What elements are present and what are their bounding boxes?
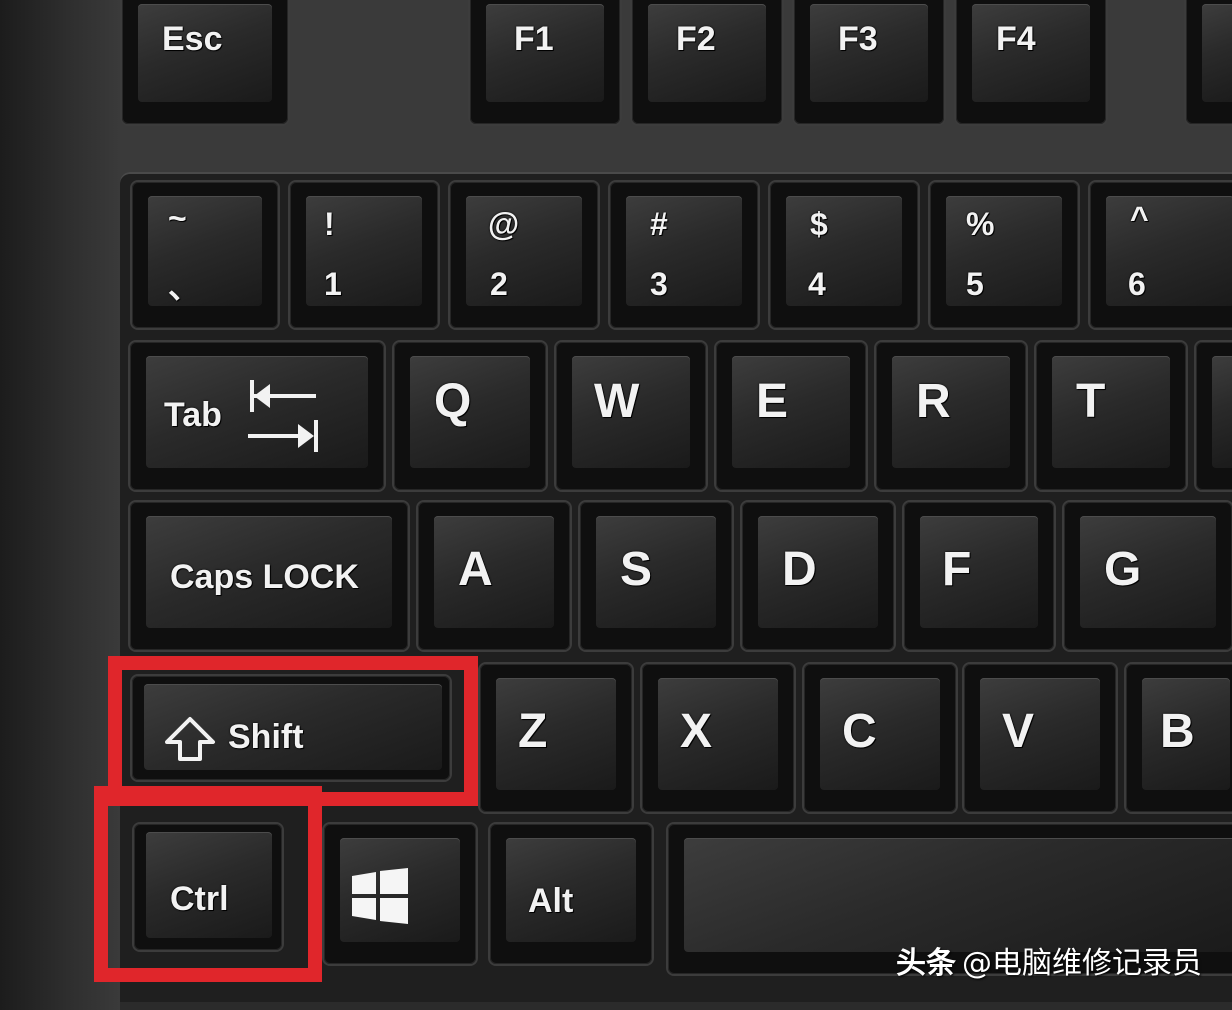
key-alt-label: Alt [528,882,574,920]
key-x-label: X [680,705,713,758]
key-q-label: Q [434,375,472,428]
key-c-label: C [842,705,877,758]
key-4-top: $ [810,206,828,242]
key-3[interactable]: # 3 [610,182,758,328]
key-b[interactable]: B [1126,664,1232,812]
key-4-label: 4 [808,266,826,302]
key-tilde[interactable]: ~ 、 [132,182,278,328]
key-q[interactable]: Q [394,342,546,490]
key-f1[interactable]: F1 [470,0,620,124]
key-6[interactable]: ^ 6 [1090,182,1232,328]
key-tab-label: Tab [164,396,222,434]
key-t-label: T [1076,375,1106,428]
key-5[interactable]: % 5 [930,182,1078,328]
keyboard-photo: Esc F1 F2 F3 F4 ~ 、 ! 1 @ 2 # 3 $ 4 % 5 … [0,0,1232,1010]
key-2-label: 2 [490,266,508,302]
key-3-label: 3 [650,266,668,302]
key-f5-partial[interactable] [1186,0,1232,124]
key-d-label: D [782,543,817,596]
key-t[interactable]: T [1036,342,1186,490]
watermark-brand: 头条 [896,946,956,981]
key-f2-label: F2 [676,20,716,58]
key-tilde-top: ~ [168,200,187,236]
key-b-label: B [1160,705,1195,758]
key-y-partial[interactable] [1196,342,1232,490]
key-v-label: V [1002,705,1035,758]
key-a-label: A [458,543,493,596]
key-4[interactable]: $ 4 [770,182,918,328]
key-esc[interactable]: Esc [122,0,288,124]
key-caps-lock-label: Caps LOCK [170,558,359,596]
shift-highlight-frame [108,656,478,806]
key-alt[interactable]: Alt [490,824,652,964]
key-f2[interactable]: F2 [632,0,782,124]
key-5-top: % [966,206,995,242]
key-tilde-bottom: 、 [168,269,201,305]
key-s-label: S [620,543,653,596]
key-v[interactable]: V [964,664,1116,812]
key-6-top: ^ [1130,200,1149,236]
ctrl-highlight-frame [94,786,322,982]
key-esc-label: Esc [162,20,223,58]
key-f3-label: F3 [838,20,878,58]
key-windows[interactable] [324,824,476,964]
key-a[interactable]: A [418,502,570,650]
key-z-label: Z [518,705,548,758]
key-tab[interactable]: Tab [130,342,384,490]
key-x[interactable]: X [642,664,794,812]
key-w[interactable]: W [556,342,706,490]
key-2-top: @ [488,206,520,242]
key-f4-label: F4 [996,20,1036,58]
key-f-label: F [942,543,972,596]
key-d[interactable]: D [742,502,894,650]
key-g[interactable]: G [1064,502,1232,650]
key-e-label: E [756,375,789,428]
key-r[interactable]: R [876,342,1026,490]
watermark: 头条 @电脑维修记录员 [896,938,1202,982]
key-e[interactable]: E [716,342,866,490]
key-f3[interactable]: F3 [794,0,944,124]
key-1[interactable]: ! 1 [290,182,438,328]
key-1-top: ! [324,206,335,242]
key-s[interactable]: S [580,502,732,650]
key-f4[interactable]: F4 [956,0,1106,124]
key-r-label: R [916,375,951,428]
watermark-handle: @电脑维修记录员 [962,946,1202,981]
key-c[interactable]: C [804,664,956,812]
windows-logo-icon [352,868,408,924]
key-2[interactable]: @ 2 [450,182,598,328]
key-6-label: 6 [1128,266,1146,302]
key-5-label: 5 [966,266,984,302]
key-f[interactable]: F [904,502,1054,650]
tab-arrows-icon [248,380,318,452]
key-3-top: # [650,206,668,242]
key-caps-lock[interactable]: Caps LOCK [130,502,408,650]
key-z[interactable]: Z [480,664,632,812]
key-w-label: W [594,375,640,428]
key-1-label: 1 [324,266,342,302]
key-g-label: G [1104,543,1142,596]
key-f1-label: F1 [514,20,554,58]
